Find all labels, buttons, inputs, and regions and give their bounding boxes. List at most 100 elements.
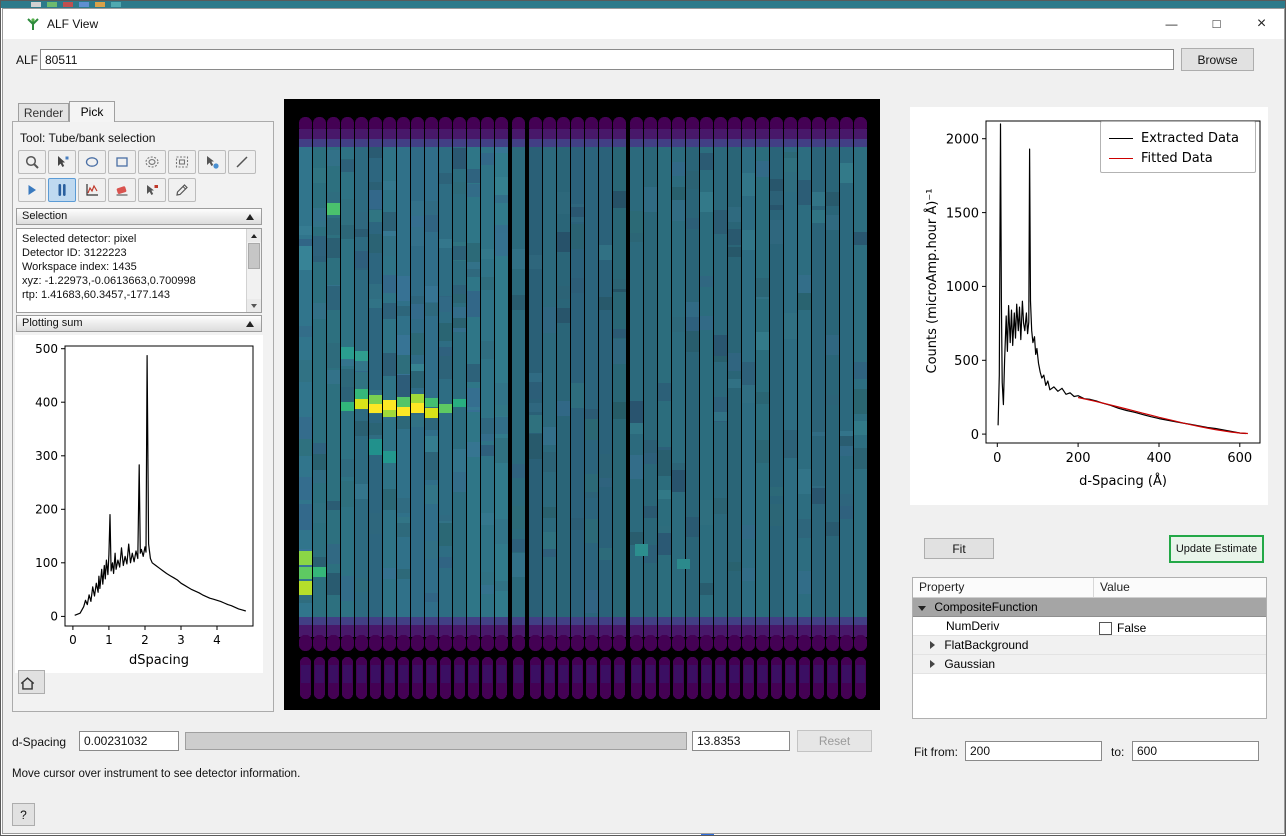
pick-pixel-icon [144, 182, 160, 198]
collapsed-icon[interactable] [930, 660, 935, 668]
title-bar: ALF View — □ × [3, 9, 1284, 39]
function-row-numderiv[interactable]: NumDeriv False [913, 617, 1266, 636]
pick-pixel-tool-button[interactable] [138, 178, 166, 202]
tab-pick[interactable]: Pick [69, 101, 115, 122]
ring-rectangle-icon [174, 154, 190, 170]
fit-from-input[interactable] [965, 741, 1102, 761]
dspacing-slider[interactable] [185, 732, 687, 750]
fit-to-input[interactable] [1132, 741, 1259, 761]
instrument-view-canvas[interactable] [284, 99, 880, 710]
background-icon [111, 2, 121, 7]
fit-button[interactable]: Fit [924, 538, 994, 559]
property-column-header: Property [913, 578, 1094, 597]
selection-info-line: Workspace index: 1435 [22, 260, 240, 274]
single-pixel-icon [24, 182, 40, 198]
app-icon [25, 16, 41, 32]
function-browser-header: Property Value [913, 578, 1266, 598]
sum-plot-icon [84, 182, 100, 198]
close-button[interactable]: × [1239, 9, 1284, 39]
ellipse-icon [84, 154, 100, 170]
tube-select-tool-button[interactable] [48, 178, 76, 202]
svg-text:3: 3 [177, 633, 185, 647]
svg-text:500: 500 [35, 342, 58, 356]
zoom-tool-button[interactable] [18, 150, 46, 174]
update-estimate-button[interactable]: Update Estimate [1169, 535, 1264, 563]
maximize-button[interactable]: □ [1194, 9, 1239, 39]
function-row-compositefunction[interactable]: CompositeFunction [913, 598, 1266, 617]
erase-icon [114, 182, 130, 198]
selection-info-scrollbar[interactable] [246, 229, 261, 312]
value-column-header: Value [1094, 578, 1266, 597]
svg-text:200: 200 [1066, 451, 1091, 466]
function-name: Gaussian [944, 657, 995, 671]
reset-button[interactable]: Reset [797, 730, 872, 752]
erase-tool-button[interactable] [108, 178, 136, 202]
measure-icon [174, 182, 190, 198]
scrollbar-thumb[interactable] [248, 243, 260, 269]
function-name: FlatBackground [944, 638, 1028, 652]
line-icon [234, 154, 250, 170]
help-button[interactable]: ? [12, 803, 35, 826]
function-row-flatbackground[interactable]: FlatBackground [913, 636, 1266, 655]
minimize-button[interactable]: — [1149, 9, 1194, 39]
collapsed-icon[interactable] [930, 641, 935, 649]
legend-label: Extracted Data [1141, 131, 1239, 146]
background-window-sliver [1, 1, 1286, 8]
background-icon [95, 2, 105, 7]
background-icon [79, 2, 89, 7]
svg-text:0: 0 [69, 633, 77, 647]
rectangle-tool-button[interactable] [108, 150, 136, 174]
single-pixel-tool-button[interactable] [18, 178, 46, 202]
ring-rectangle-tool-button[interactable] [168, 150, 196, 174]
scroll-up-icon[interactable] [247, 229, 261, 242]
attribute-value: False [1117, 621, 1146, 635]
measure-tool-button[interactable] [168, 178, 196, 202]
ellipse-tool-button[interactable] [78, 150, 106, 174]
rectangle-icon [114, 154, 130, 170]
ring-ellipse-icon [144, 154, 160, 170]
function-row-gaussian[interactable]: Gaussian [913, 655, 1266, 674]
tube-select-icon [54, 182, 70, 198]
dspacing-max-input[interactable] [692, 731, 790, 751]
selection-info-box: Selected detector: pixel Detector ID: 31… [16, 228, 262, 313]
plotting-section-header[interactable]: Plotting sum [16, 315, 262, 332]
selection-info-line: rtp: 1.41683,60.3457,-177.143 [22, 288, 240, 302]
selection-section-header[interactable]: Selection [16, 208, 262, 225]
background-icon [47, 2, 57, 7]
plot-home-button[interactable] [18, 670, 45, 694]
dspacing-min-input[interactable] [79, 731, 179, 751]
browse-button[interactable]: Browse [1181, 48, 1254, 71]
dspacing-label: d-Spacing [12, 735, 66, 749]
svg-text:0: 0 [50, 610, 58, 624]
fit-to-label: to: [1111, 745, 1124, 759]
svg-text:2: 2 [141, 633, 149, 647]
sum-plot-tool-button[interactable] [78, 178, 106, 202]
tool-label: Tool: Tube/bank selection [20, 131, 155, 145]
alf-run-input[interactable] [40, 49, 1174, 70]
svg-text:500: 500 [954, 354, 979, 369]
fit-from-label: Fit from: [914, 745, 958, 759]
svg-text:400: 400 [35, 396, 58, 410]
tab-render[interactable]: Render [18, 103, 69, 122]
mini-plot-canvas[interactable]: 012340100200300400500 [15, 338, 263, 654]
fit-plot-xlabel: d-Spacing (Å) [986, 474, 1260, 489]
svg-text:1500: 1500 [946, 206, 979, 221]
free-draw-tool-button[interactable] [198, 150, 226, 174]
alf-view-window: ALF View — □ × ALF Browse Render Pick To… [2, 8, 1285, 834]
numderiv-checkbox[interactable] [1099, 622, 1112, 635]
mini-plot-xlabel: dSpacing [65, 653, 253, 668]
expand-icon[interactable] [918, 606, 926, 611]
svg-text:400: 400 [1147, 451, 1172, 466]
scroll-down-icon[interactable] [247, 299, 261, 312]
line-tool-button[interactable] [228, 150, 256, 174]
edit-shape-tool-button[interactable] [48, 150, 76, 174]
background-icon [31, 2, 41, 7]
legend-item-extracted: Extracted Data [1109, 128, 1247, 148]
legend-line-red [1109, 158, 1133, 159]
ring-ellipse-tool-button[interactable] [138, 150, 166, 174]
svg-text:100: 100 [35, 556, 58, 570]
background-icon [63, 2, 73, 7]
selection-info-line: Selected detector: pixel [22, 232, 240, 246]
edit-shape-icon [54, 154, 70, 170]
selection-info-line: Detector ID: 3122223 [22, 246, 240, 260]
